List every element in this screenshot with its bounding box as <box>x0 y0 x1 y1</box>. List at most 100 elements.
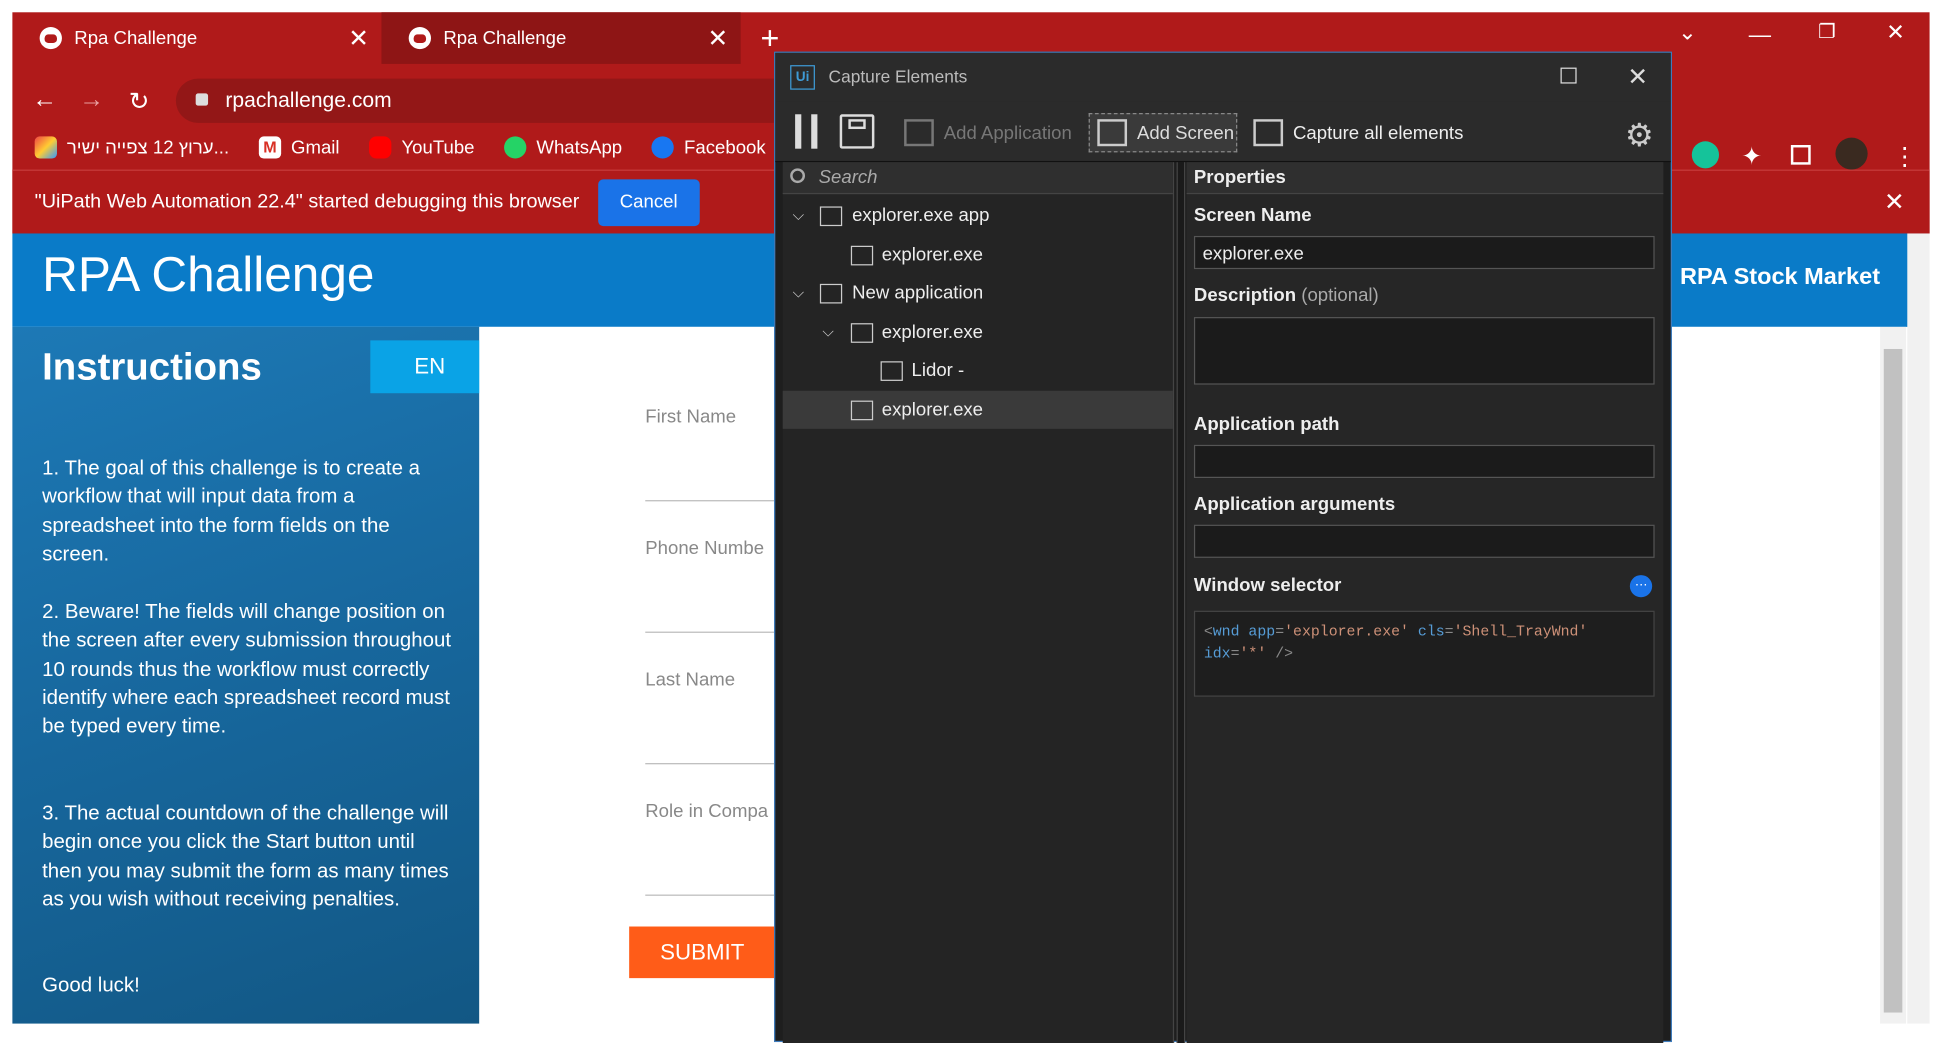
selector-cls: 'Shell_TrayWnd' <box>1453 623 1588 641</box>
bookmark-label: YouTube <box>401 137 475 158</box>
tree-item[interactable]: ⌵ explorer.exe app <box>783 197 1173 235</box>
description-label: Description (optional) <box>1194 285 1379 306</box>
screen-name-field[interactable]: explorer.exe <box>1193 235 1655 270</box>
screen-icon <box>850 322 874 343</box>
phone-number-label: Phone Numbe <box>645 538 765 560</box>
lock-icon <box>195 93 209 106</box>
restore-icon[interactable]: ❐ <box>1818 20 1836 45</box>
capture-elements-window: Ui Capture Elements ✕ Add Application Ad… <box>774 51 1672 1043</box>
add-application-button[interactable]: Add Application <box>904 113 1072 152</box>
add-screen-button[interactable]: Add Screen <box>1088 113 1238 153</box>
description-field[interactable] <box>1193 317 1655 385</box>
chevron-down-icon[interactable]: ⌄ <box>1678 20 1697 46</box>
chevron-down-icon[interactable]: ⌵ <box>793 284 804 302</box>
last-name-label: Last Name <box>645 669 736 691</box>
bookmark-item[interactable]: YouTube <box>369 136 475 159</box>
back-icon[interactable]: ← <box>32 86 57 114</box>
pane-splitter[interactable] <box>1176 162 1186 1043</box>
rpa-stock-market-link[interactable]: RPA Stock Market <box>1680 264 1880 291</box>
bookmark-label: WhatsApp <box>536 137 623 158</box>
instruction-paragraph: 2. Beware! The fields will change positi… <box>42 600 452 738</box>
instructions-title: Instructions <box>42 345 262 389</box>
browser-tab-active[interactable]: Rpa Challenge ✕ <box>381 12 741 64</box>
forward-icon[interactable]: → <box>79 86 104 114</box>
role-label: Role in Compa <box>645 801 769 823</box>
tree-item-label: Lidor - <box>911 360 965 381</box>
browser-tab[interactable]: Rpa Challenge ✕ <box>12 12 381 64</box>
youtube-icon <box>369 136 392 159</box>
close-window-icon[interactable]: ✕ <box>1886 20 1905 46</box>
maximize-icon[interactable] <box>1560 67 1577 84</box>
pause-button[interactable] <box>795 114 818 149</box>
search-input[interactable]: Search <box>782 162 1173 195</box>
reload-icon[interactable]: ↻ <box>129 86 150 117</box>
inner-scrollbar[interactable] <box>1880 326 1907 1024</box>
app-path-label: Application path <box>1193 414 1340 435</box>
bookmark-label: Gmail <box>291 137 340 158</box>
add-application-label: Add Application <box>943 122 1072 144</box>
close-icon[interactable]: ✕ <box>1627 61 1648 92</box>
window-selector-field[interactable]: <wnd app='explorer.exe' cls='Shell_TrayW… <box>1193 610 1655 697</box>
gear-icon[interactable]: ⚙ <box>1625 117 1654 155</box>
screen-icon <box>850 399 874 420</box>
save-button[interactable] <box>839 114 875 149</box>
close-tab-icon[interactable]: ✕ <box>707 23 728 54</box>
bookmark-item[interactable]: M Gmail <box>258 136 340 159</box>
window-selector-label: Window selector <box>1193 575 1342 596</box>
tree-item-label: explorer.exe <box>881 244 984 266</box>
bookmark-item[interactable]: Facebook <box>651 136 766 159</box>
close-tab-icon[interactable]: ✕ <box>348 23 369 54</box>
tree-item-label: explorer.exe <box>881 399 984 421</box>
optional-hint: (optional) <box>1301 285 1379 306</box>
tree-item-label: New application <box>852 282 984 304</box>
first-name-input[interactable] <box>645 500 775 502</box>
tree-item[interactable]: ⌵ explorer.exe <box>783 313 1173 351</box>
whatsapp-icon <box>504 136 527 159</box>
instruction-paragraph: 1. The goal of this challenge is to crea… <box>42 457 421 566</box>
window-title: Capture Elements <box>828 66 968 87</box>
add-screen-label: Add Screen <box>1136 122 1235 144</box>
selector-tag: wnd <box>1212 623 1240 641</box>
phone-number-input[interactable] <box>645 631 775 633</box>
tree-item[interactable]: Lidor - <box>783 351 1173 389</box>
window-titlebar: Ui Capture Elements ✕ <box>775 52 1671 102</box>
properties-header: Properties <box>1186 162 1664 195</box>
bookmark-item[interactable]: ערוץ 12 צפייה ישיר... <box>34 136 229 159</box>
elements-tree-pane: Search ⌵ explorer.exe app explorer.exe ⌵… <box>782 162 1175 1043</box>
app-args-field[interactable] <box>1193 524 1655 558</box>
search-placeholder: Search <box>818 167 878 189</box>
capture-all-button[interactable]: Capture all elements <box>1253 113 1463 152</box>
last-name-input[interactable] <box>645 763 775 765</box>
tree-item-label: explorer.exe app <box>852 205 990 227</box>
tab-title: Rpa Challenge <box>443 27 567 49</box>
selector-editor-icon[interactable]: ⋯ <box>1629 575 1653 598</box>
gmail-icon: M <box>258 136 282 159</box>
app-path-field[interactable] <box>1193 444 1655 479</box>
site-brand[interactable]: RPA Challenge <box>42 248 374 303</box>
rpa-favicon-icon <box>39 27 62 50</box>
bookmark-item[interactable]: WhatsApp <box>504 136 623 159</box>
first-name-label: First Name <box>645 406 737 428</box>
chevron-down-icon[interactable]: ⌵ <box>822 323 833 341</box>
uipath-logo-icon: Ui <box>790 65 815 90</box>
instruction-paragraph: 3. The actual countdown of the challenge… <box>42 802 449 911</box>
address-bar[interactable]: rpachallenge.com <box>175 78 796 123</box>
tree-item[interactable]: ⌵ New application <box>783 274 1173 312</box>
minimize-icon[interactable]: — <box>1749 22 1771 48</box>
scrollbar-thumb[interactable] <box>1883 348 1903 1013</box>
role-input[interactable] <box>645 894 775 896</box>
description-label-text: Description <box>1193 285 1297 306</box>
tree-item[interactable]: explorer.exe <box>783 236 1173 274</box>
tree-item-selected[interactable]: explorer.exe <box>782 390 1173 429</box>
challenge-form: First Name Phone Numbe Last Name Role in… <box>479 326 776 1024</box>
page-scrollbar[interactable] <box>1907 233 1930 1024</box>
cancel-button[interactable]: Cancel <box>597 178 700 226</box>
submit-button[interactable]: SUBMIT <box>629 926 776 979</box>
capture-all-icon <box>1253 119 1284 147</box>
tv-icon <box>34 136 57 159</box>
chevron-down-icon[interactable]: ⌵ <box>793 206 804 224</box>
language-button[interactable]: EN <box>370 340 490 394</box>
close-infobar-icon[interactable]: ✕ <box>1884 187 1905 218</box>
bookmark-label: Facebook <box>684 137 766 158</box>
app-args-label: Application arguments <box>1193 493 1396 515</box>
